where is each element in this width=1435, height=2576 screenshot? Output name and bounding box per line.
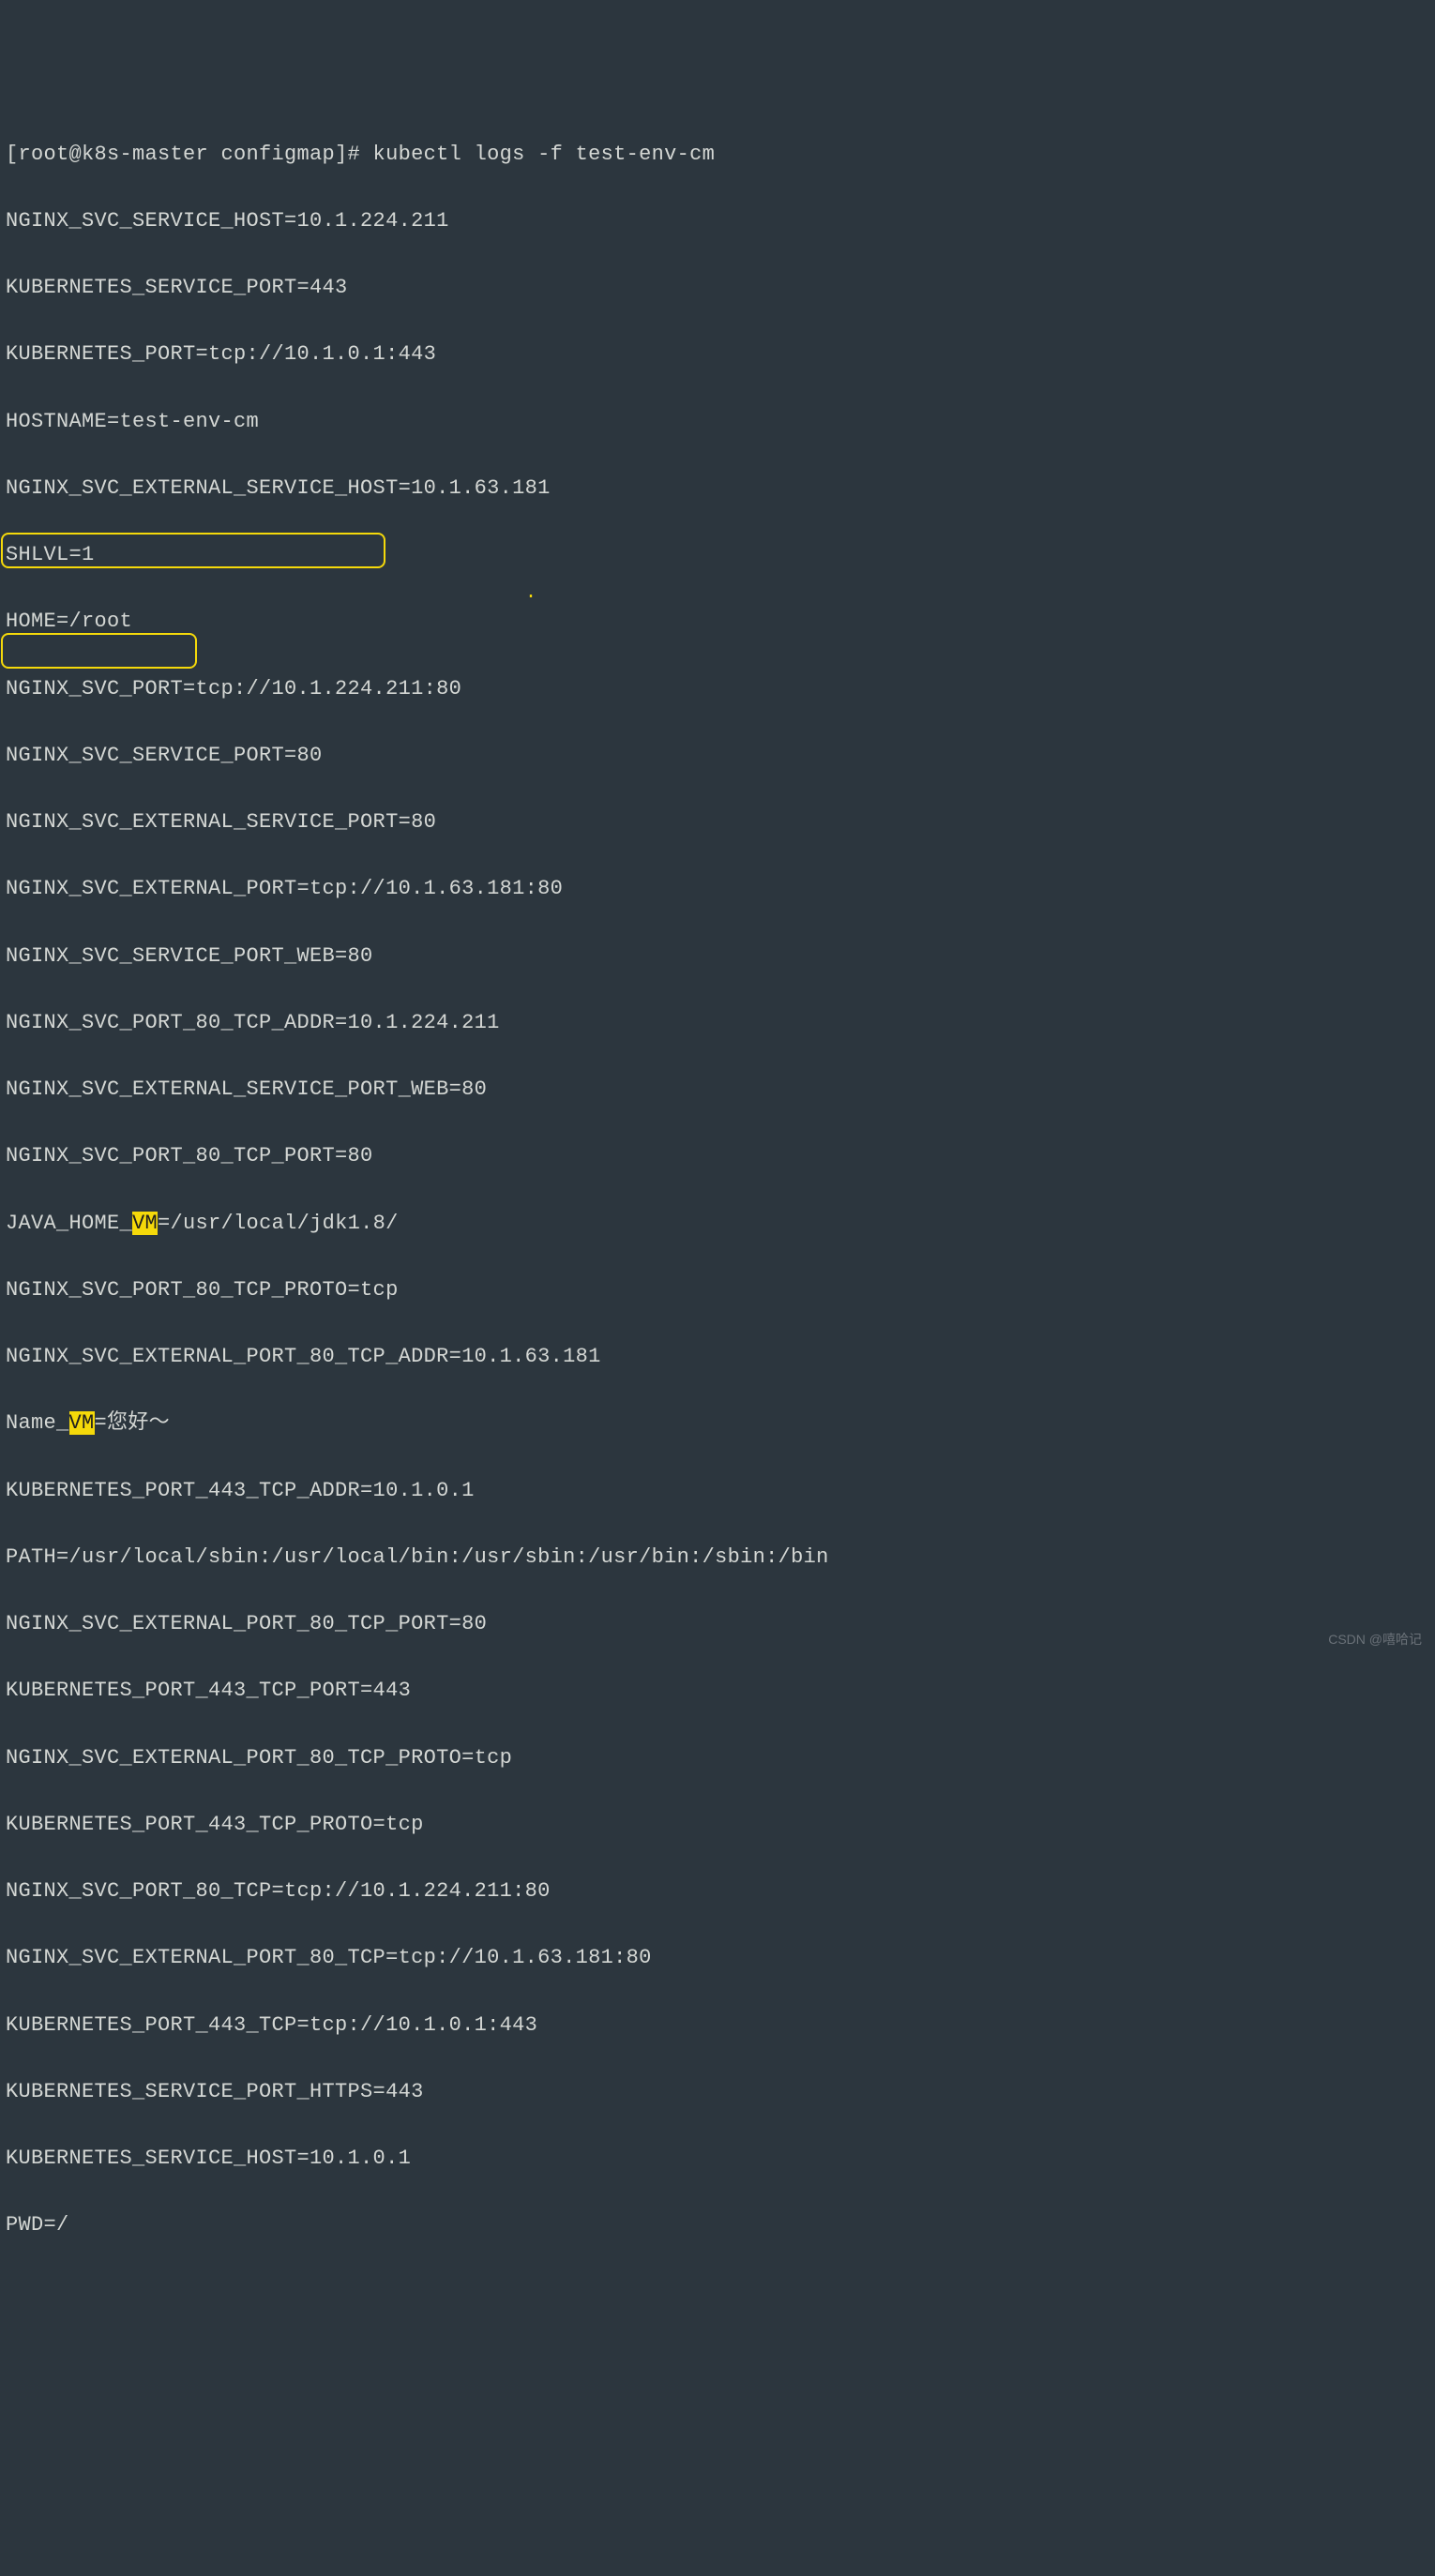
env-line: HOSTNAME=test-env-cm: [6, 405, 1429, 439]
env-text: JAVA_HOME_: [6, 1212, 132, 1235]
env-line: KUBERNETES_PORT_443_TCP_ADDR=10.1.0.1: [6, 1474, 1429, 1508]
env-line: NGINX_SVC_EXTERNAL_SERVICE_HOST=10.1.63.…: [6, 472, 1429, 505]
search-highlight: VM: [132, 1212, 158, 1235]
env-line: NGINX_SVC_SERVICE_PORT=80: [6, 739, 1429, 773]
env-line: NGINX_SVC_EXTERNAL_SERVICE_PORT_WEB=80: [6, 1073, 1429, 1107]
env-text: =您好～: [95, 1411, 170, 1435]
env-line: PWD=/: [6, 2208, 1429, 2242]
env-text: Name_: [6, 1411, 69, 1435]
env-line: NGINX_SVC_PORT_80_TCP_ADDR=10.1.224.211: [6, 1006, 1429, 1040]
env-line: PATH=/usr/local/sbin:/usr/local/bin:/usr…: [6, 1541, 1429, 1574]
env-line: NGINX_SVC_EXTERNAL_PORT_80_TCP_PORT=80: [6, 1607, 1429, 1641]
env-line: KUBERNETES_SERVICE_PORT_HTTPS=443: [6, 2075, 1429, 2109]
env-line: NGINX_SVC_EXTERNAL_PORT_80_TCP_ADDR=10.1…: [6, 1340, 1429, 1374]
env-line: KUBERNETES_SERVICE_HOST=10.1.0.1: [6, 2142, 1429, 2176]
env-line: NGINX_SVC_PORT=tcp://10.1.224.211:80: [6, 672, 1429, 706]
env-line: KUBERNETES_PORT_443_TCP=tcp://10.1.0.1:4…: [6, 2009, 1429, 2042]
search-highlight: VM: [69, 1411, 95, 1435]
env-line: HOME=/root: [6, 605, 1429, 639]
env-line: NGINX_SVC_EXTERNAL_PORT=tcp://10.1.63.18…: [6, 872, 1429, 906]
env-line-highlight-java: JAVA_HOME_VM=/usr/local/jdk1.8/: [6, 1207, 1429, 1241]
env-line: KUBERNETES_PORT_443_TCP_PORT=443: [6, 1674, 1429, 1708]
cursor-indicator: .: [525, 579, 536, 609]
env-line: KUBERNETES_PORT=tcp://10.1.0.1:443: [6, 338, 1429, 371]
watermark: CSDN @嘻哈记: [1328, 1629, 1422, 1650]
env-text: =/usr/local/jdk1.8/: [158, 1212, 399, 1235]
env-line: NGINX_SVC_PORT_80_TCP=tcp://10.1.224.211…: [6, 1875, 1429, 1908]
env-line: NGINX_SVC_SERVICE_HOST=10.1.224.211: [6, 204, 1429, 238]
env-line-highlight-name: Name_VM=您好～: [6, 1407, 1429, 1440]
env-line: NGINX_SVC_EXTERNAL_SERVICE_PORT=80: [6, 806, 1429, 839]
env-line: NGINX_SVC_PORT_80_TCP_PROTO=tcp: [6, 1273, 1429, 1307]
env-line: SHLVL=1: [6, 538, 1429, 572]
shell-prompt: [root@k8s-master configmap]# kubectl log…: [6, 138, 1429, 172]
env-line: NGINX_SVC_SERVICE_PORT_WEB=80: [6, 940, 1429, 973]
env-line: KUBERNETES_SERVICE_PORT=443: [6, 271, 1429, 305]
env-line: KUBERNETES_PORT_443_TCP_PROTO=tcp: [6, 1808, 1429, 1842]
env-line: NGINX_SVC_EXTERNAL_PORT_80_TCP_PROTO=tcp: [6, 1741, 1429, 1775]
env-line: NGINX_SVC_PORT_80_TCP_PORT=80: [6, 1139, 1429, 1173]
env-line: NGINX_SVC_EXTERNAL_PORT_80_TCP=tcp://10.…: [6, 1941, 1429, 1975]
